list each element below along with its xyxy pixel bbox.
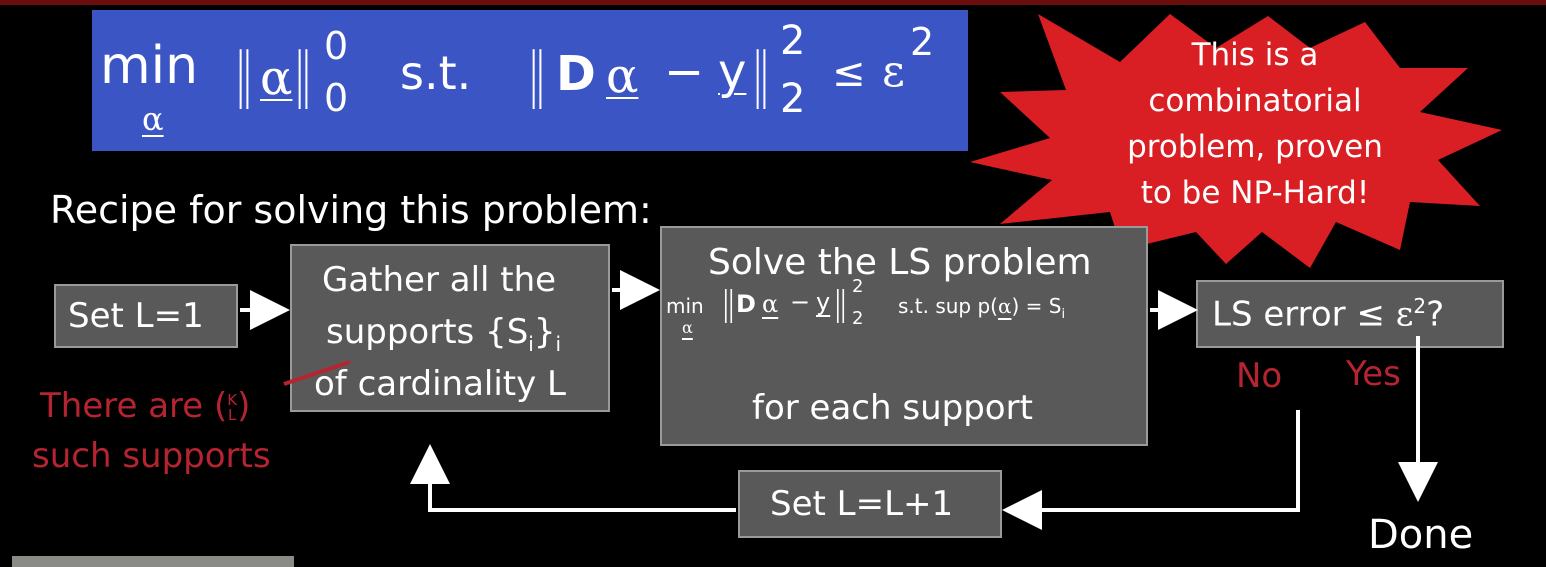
video-thumbnail-edge <box>12 556 294 567</box>
flow-connectors <box>240 270 1438 530</box>
arrow-no-branch <box>1002 410 1300 530</box>
annotation-pointer <box>283 360 351 386</box>
arrow-loop-back <box>410 444 736 512</box>
